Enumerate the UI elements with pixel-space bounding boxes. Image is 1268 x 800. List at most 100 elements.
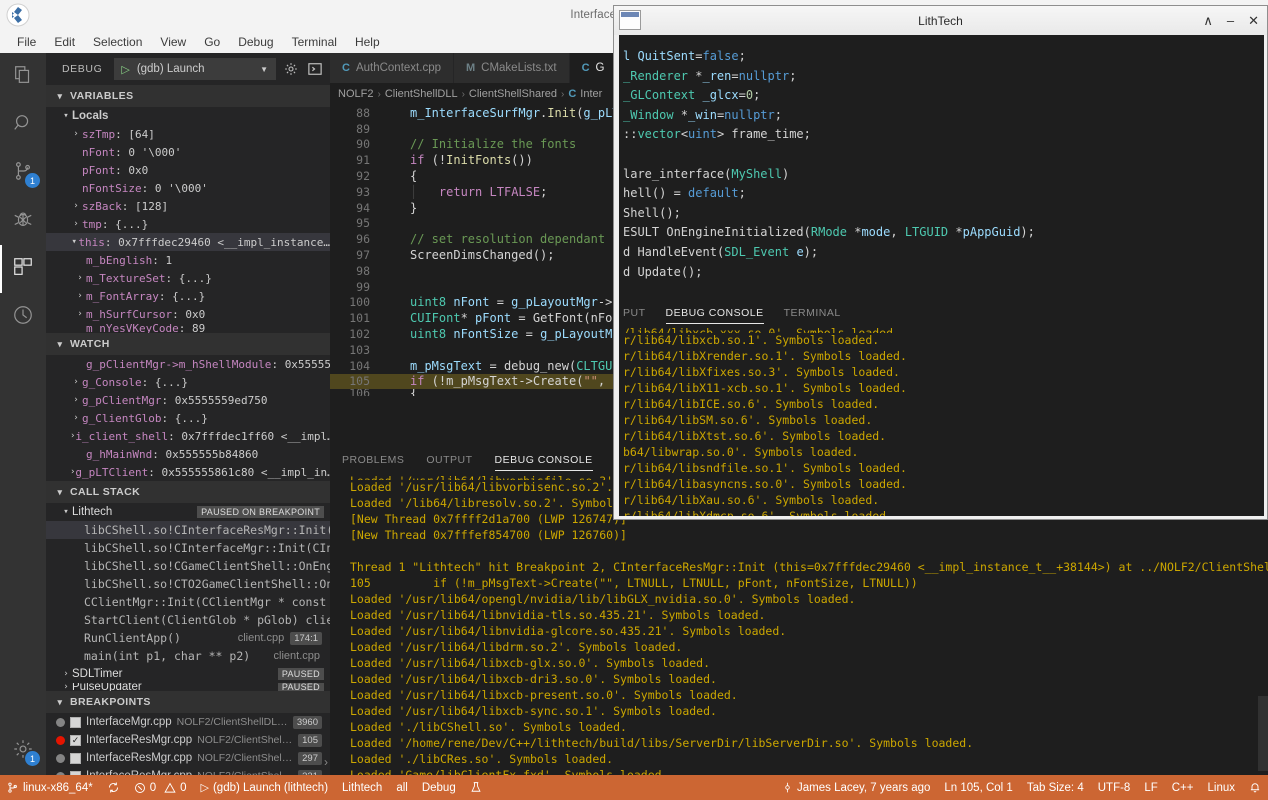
minimize-icon[interactable]: –	[1227, 13, 1234, 28]
status-thread[interactable]: Lithtech	[335, 775, 389, 800]
thread-lithtech[interactable]: ▾ Lithtech PAUSED ON BREAKPOINT	[46, 503, 330, 521]
chevron-right-icon[interactable]: ›	[60, 683, 72, 691]
chevron-down-icon[interactable]: ▾	[70, 237, 78, 247]
variable-row[interactable]: › m_hSurfCursor: 0x0	[46, 305, 330, 323]
watch-row[interactable]: › i_client_shell: 0x7fffdec1ff60 <__impl…	[46, 427, 330, 445]
stack-frame[interactable]: RunClientApp() client.cpp 174:1	[46, 629, 330, 647]
stack-frame[interactable]: StartClient(ClientGlob * pGlob) clie…	[46, 611, 330, 629]
breadcrumb-item[interactable]: ClientShellDLL	[385, 88, 458, 100]
status-platform[interactable]: Linux	[1201, 775, 1243, 800]
chevron-down-icon[interactable]: ▾	[60, 507, 72, 517]
breakpoint-row[interactable]: InterfaceResMgr.cpp NOLF2/ClientShellDL……	[46, 749, 330, 767]
watch-row[interactable]: › g_Console: {...}	[46, 373, 330, 391]
lithtech-tab-output[interactable]: PUT	[623, 299, 646, 327]
activity-explorer[interactable]	[0, 53, 46, 101]
section-call-stack[interactable]: ▾ CALL STACK	[46, 481, 330, 503]
lithtech-window[interactable]: LithTech ∧ – ✕ l QuitSent=false; _Render…	[613, 5, 1268, 520]
thread-pulseupdater[interactable]: › PulseUpdater PAUSED	[46, 683, 330, 691]
breakpoint-row[interactable]: InterfaceResMgr.cpp NOLF2/ClientShellDL……	[46, 767, 330, 775]
chevron-right-icon[interactable]: ›	[70, 413, 82, 423]
lithtech-tab-terminal[interactable]: TERMINAL	[784, 299, 841, 327]
menu-debug[interactable]: Debug	[229, 33, 282, 51]
status-tab-size[interactable]: Tab Size: 4	[1020, 775, 1091, 800]
menu-go[interactable]: Go	[195, 33, 229, 51]
status-git-blame[interactable]: James Lacey, 7 years ago	[775, 775, 937, 800]
status-launch-config[interactable]: ▷ (gdb) Launch (lithtech)	[194, 775, 336, 800]
play-icon[interactable]: ▷	[115, 63, 134, 76]
variable-row[interactable]: › tmp: {...}	[46, 215, 330, 233]
variables-scope-locals[interactable]: ▾ Locals	[46, 107, 330, 125]
watch-row[interactable]: › g_pLTClient: 0x555555861c80 <__impl_in…	[46, 463, 330, 481]
breakpoint-checkbox[interactable]: ✓	[70, 735, 81, 746]
chevron-right-icon[interactable]: ›	[70, 377, 82, 387]
breadcrumb-item[interactable]: NOLF2	[338, 88, 373, 100]
activity-timeline[interactable]	[0, 293, 46, 341]
menu-file[interactable]: File	[8, 33, 45, 51]
tab-debug-console[interactable]: DEBUG CONSOLE	[495, 446, 593, 474]
chevron-right-icon[interactable]: ›	[70, 395, 82, 405]
chevron-right-icon[interactable]: ›	[60, 669, 72, 679]
chevron-right-icon[interactable]: ›	[70, 201, 82, 211]
stack-frame[interactable]: libCShell.so!CTO2GameClientShell::OnEn	[46, 575, 330, 593]
variable-row[interactable]: m_bEnglish: 1	[46, 251, 330, 269]
section-watch[interactable]: ▾ WATCH	[46, 333, 330, 355]
variable-row[interactable]: › m_TextureSet: {...}	[46, 269, 330, 287]
chevron-right-icon[interactable]: ›	[74, 273, 86, 283]
chevron-right-icon[interactable]: ›	[74, 309, 86, 319]
console-scrollbar[interactable]	[1258, 696, 1268, 771]
tab-cmakelists-txt[interactable]: M CMakeLists.txt	[454, 53, 570, 83]
variable-row[interactable]: m_nYesVKeyCode: 89	[46, 323, 330, 333]
breakpoint-checkbox[interactable]	[70, 753, 81, 764]
status-beaker[interactable]	[463, 775, 489, 800]
activity-source-control[interactable]: 1	[0, 149, 46, 197]
breakpoint-row[interactable]: InterfaceMgr.cpp NOLF2/ClientShellDLL/C……	[46, 713, 330, 731]
launch-configuration-select[interactable]: ▷ (gdb) Launch ▼	[114, 58, 276, 80]
activity-extensions[interactable]	[0, 245, 46, 293]
stack-frame[interactable]: CClientMgr::Init(CClientMgr * const th	[46, 593, 330, 611]
stack-frame[interactable]: libCShell.so!CInterfaceMgr::Init(CInte	[46, 539, 330, 557]
watch-row[interactable]: › g_ClientGlob: {...}	[46, 409, 330, 427]
watch-row[interactable]: g_hMainWnd: 0x555555b84860	[46, 445, 330, 463]
section-variables[interactable]: ▾ VARIABLES	[46, 85, 330, 107]
status-encoding[interactable]: UTF-8	[1091, 775, 1138, 800]
status-eol[interactable]: LF	[1137, 775, 1164, 800]
stack-frame[interactable]: libCShell.so!CGameClientShell::OnEngin	[46, 557, 330, 575]
activity-debug[interactable]	[0, 197, 46, 245]
watch-row[interactable]: › g_pClientMgr: 0x5555559ed750	[46, 391, 330, 409]
stack-frame[interactable]: libCShell.so!CInterfaceResMgr::Init(CI	[46, 521, 330, 539]
thread-sdltimer[interactable]: › SDLTimer PAUSED	[46, 665, 330, 683]
tab-interfaceresmgr-cpp[interactable]: C G	[570, 53, 618, 83]
lithtech-console-output[interactable]: /lib64/libxcb-xxx.so.0'. Symbols loaded.…	[619, 326, 1264, 516]
variable-row[interactable]: nFontSize: 0 '\000'	[46, 179, 330, 197]
variable-row[interactable]: › m_FontArray: {...}	[46, 287, 330, 305]
close-icon[interactable]: ✕	[1248, 13, 1259, 29]
menu-edit[interactable]: Edit	[45, 33, 84, 51]
variable-row[interactable]: nFont: 0 '\000'	[46, 143, 330, 161]
tab-authcontext-cpp[interactable]: C AuthContext.cpp	[330, 53, 454, 83]
chevron-right-icon[interactable]: ›	[70, 219, 82, 229]
section-breakpoints[interactable]: ▾ BREAKPOINTS	[46, 691, 330, 713]
lithtech-title-bar[interactable]: LithTech ∧ – ✕	[614, 6, 1267, 35]
status-cursor-position[interactable]: Ln 105, Col 1	[937, 775, 1019, 800]
status-mode[interactable]: Debug	[415, 775, 463, 800]
menu-help[interactable]: Help	[346, 33, 389, 51]
tab-output[interactable]: OUTPUT	[426, 446, 472, 474]
breadcrumb-item[interactable]: ClientShellShared	[469, 88, 557, 100]
status-remote[interactable]: linux-x86_64*	[0, 775, 100, 800]
chevron-right-icon[interactable]: ›	[74, 291, 86, 301]
status-notifications[interactable]	[1242, 775, 1268, 800]
activity-manage[interactable]: 1	[0, 727, 46, 775]
chevron-right-icon[interactable]: ›	[70, 129, 82, 139]
menu-terminal[interactable]: Terminal	[283, 33, 346, 51]
lithtech-tab-debug-console[interactable]: DEBUG CONSOLE	[666, 299, 764, 327]
variable-row[interactable]: › szTmp: [64]	[46, 125, 330, 143]
variable-row[interactable]: › szBack: [128]	[46, 197, 330, 215]
sidebar-overflow-chevron-icon[interactable]: ›	[324, 755, 328, 769]
variable-row[interactable]: pFont: 0x0	[46, 161, 330, 179]
activity-search[interactable]	[0, 101, 46, 149]
status-language[interactable]: C++	[1165, 775, 1201, 800]
menu-selection[interactable]: Selection	[84, 33, 151, 51]
breakpoint-row[interactable]: ✓ InterfaceResMgr.cpp NOLF2/ClientShellD…	[46, 731, 330, 749]
status-sync[interactable]	[100, 775, 127, 800]
tab-problems[interactable]: PROBLEMS	[342, 446, 404, 474]
